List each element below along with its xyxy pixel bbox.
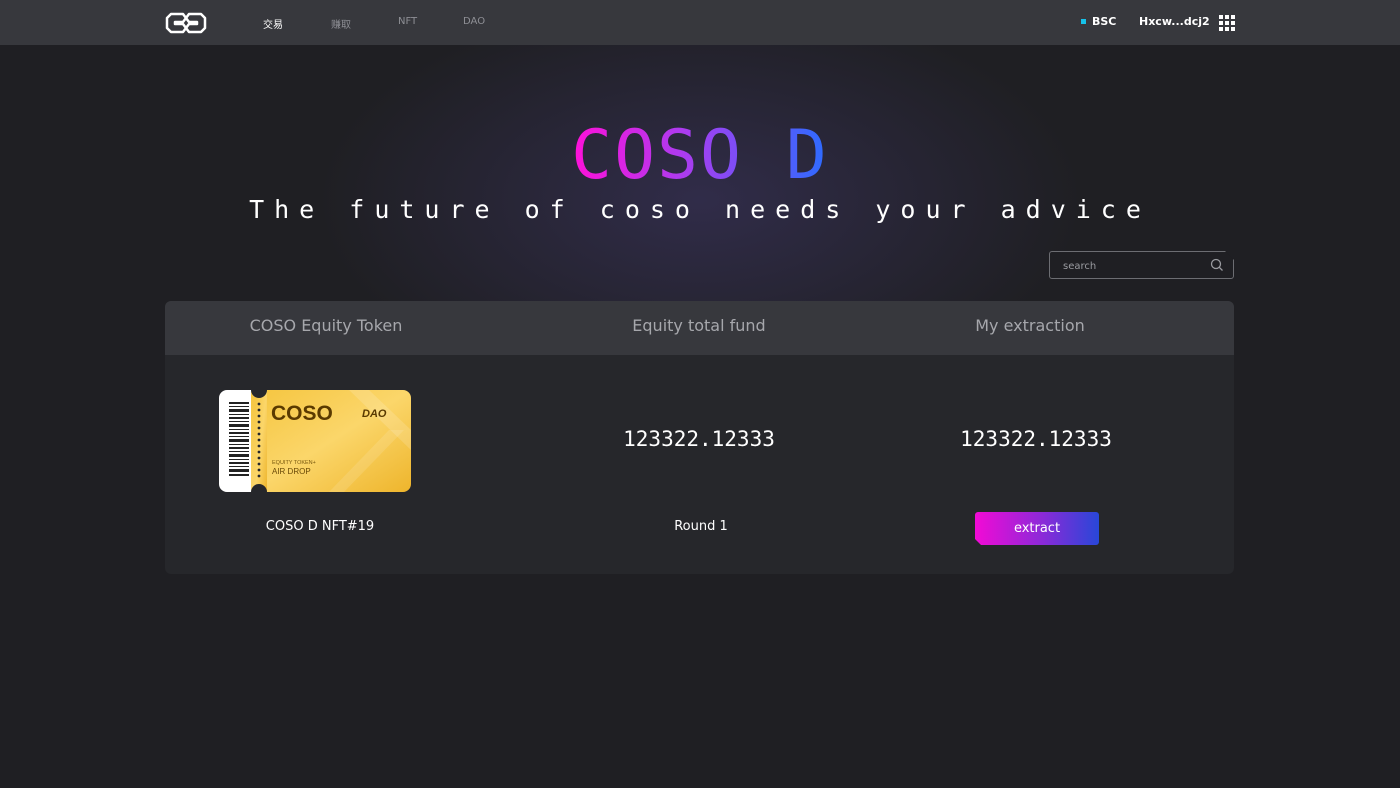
column-header-my-extraction: My extraction bbox=[975, 316, 1085, 335]
nav-item-dao[interactable]: DAO bbox=[463, 16, 485, 27]
nft-ticket-image: COSO DAO EQUITY TOKEN+ AIR DROP bbox=[219, 390, 411, 492]
nav-item-trade[interactable]: 交易 bbox=[263, 16, 283, 31]
nav-item-earn[interactable]: 赚取 bbox=[331, 16, 351, 31]
column-header-token: COSO Equity Token bbox=[249, 316, 403, 335]
grid-menu-icon[interactable] bbox=[1219, 15, 1235, 31]
ticket-line1-text: EQUITY TOKEN+ bbox=[272, 460, 316, 466]
ticket-brand-text: COSO bbox=[271, 402, 333, 425]
hero-title-text: COSO D bbox=[571, 116, 829, 195]
search-box[interactable] bbox=[1049, 251, 1234, 279]
total-fund-value: 123322.12333 bbox=[623, 427, 775, 451]
page: 交易 赚取 NFT DAO BSC Hxcw...dcj2 COSO D The… bbox=[0, 0, 1400, 788]
nav-item-nft[interactable]: NFT bbox=[398, 16, 417, 27]
ticket-line2-text: AIR DROP bbox=[272, 467, 311, 476]
extract-button[interactable]: extract bbox=[975, 512, 1099, 545]
network-status-dot bbox=[1081, 19, 1086, 24]
search-icon[interactable] bbox=[1210, 258, 1224, 272]
network-indicator[interactable]: BSC bbox=[1081, 15, 1116, 28]
ticket-badge-text: DAO bbox=[362, 408, 387, 420]
column-header-total-fund: Equity total fund bbox=[632, 316, 766, 335]
wallet-address[interactable]: Hxcw...dcj2 bbox=[1139, 15, 1210, 28]
my-extraction-value: 123322.12333 bbox=[960, 427, 1112, 451]
top-nav-bar: 交易 赚取 NFT DAO BSC Hxcw...dcj2 bbox=[0, 0, 1400, 45]
search-input[interactable] bbox=[1061, 257, 1205, 275]
network-label: BSC bbox=[1092, 15, 1117, 28]
round-label: Round 1 bbox=[674, 519, 728, 534]
equity-table: COSO Equity Token Equity total fund My e… bbox=[165, 301, 1234, 574]
hero-title: COSO D bbox=[0, 118, 1400, 194]
table-header: COSO Equity Token Equity total fund My e… bbox=[165, 301, 1234, 355]
token-name: COSO D NFT#19 bbox=[265, 519, 375, 534]
coso-logo-icon[interactable] bbox=[165, 12, 207, 34]
hero-subtitle: The future of coso needs your advice bbox=[249, 195, 1151, 224]
